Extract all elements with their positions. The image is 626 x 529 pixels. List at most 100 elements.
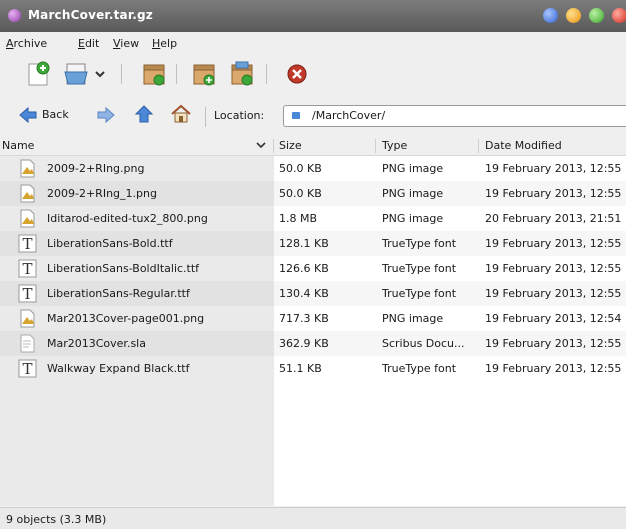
new-archive-icon[interactable] [24, 60, 52, 88]
file-modified: 19 February 2013, 12:55 [485, 287, 622, 300]
document-file-icon [18, 334, 37, 353]
file-type: TrueType font [382, 287, 457, 300]
extract-icon[interactable] [140, 60, 168, 88]
menu-archive[interactable]: Archive [6, 37, 47, 50]
table-row[interactable]: 2009-2+RIng.png 50.0 KB PNG image 19 Feb… [0, 156, 626, 181]
file-name: Walkway Expand Black.ttf [47, 362, 190, 375]
toolbar-separator [121, 64, 122, 84]
toolbar-separator [266, 64, 267, 84]
open-archive-icon[interactable] [62, 60, 90, 88]
file-modified: 19 February 2013, 12:55 [485, 262, 622, 275]
file-name: Mar2013Cover.sla [47, 337, 146, 350]
file-size: 130.4 KB [279, 287, 329, 300]
font-file-icon: T [18, 259, 37, 278]
file-modified: 19 February 2013, 12:55 [485, 237, 622, 250]
file-type: PNG image [382, 312, 444, 325]
table-row[interactable]: T LiberationSans-Regular.ttf 130.4 KB Tr… [0, 281, 626, 306]
column-divider[interactable] [375, 139, 376, 153]
toolbar [0, 54, 626, 94]
shade-window-icon[interactable] [543, 8, 558, 23]
svg-text:T: T [22, 285, 32, 303]
location-field[interactable]: /MarchCover/ [283, 105, 626, 127]
file-type: TrueType font [382, 362, 457, 375]
table-row[interactable]: Iditarod-edited-tux2_800.png 1.8 MB PNG … [0, 206, 626, 231]
file-modified: 19 February 2013, 12:54 [485, 312, 622, 325]
toolbar-separator [176, 64, 177, 84]
app-icon [8, 9, 21, 22]
dropdown-arrow-icon[interactable] [92, 60, 108, 88]
file-size: 50.0 KB [279, 162, 322, 175]
file-name: Mar2013Cover-page001.png [47, 312, 205, 325]
column-name[interactable]: Name [2, 139, 34, 152]
add-files-icon[interactable] [190, 60, 218, 88]
location-label: Location: [214, 109, 265, 122]
file-type: Scribus Docu... [382, 337, 465, 350]
font-file-icon: T [18, 359, 37, 378]
back-label: Back [42, 108, 69, 121]
file-name: 2009-2+RIng_1.png [47, 187, 157, 200]
table-row[interactable]: Mar2013Cover-page001.png 717.3 KB PNG im… [0, 306, 626, 331]
column-divider[interactable] [273, 139, 274, 153]
window-title: MarchCover.tar.gz [28, 8, 153, 22]
table-row[interactable]: T Walkway Expand Black.ttf 51.1 KB TrueT… [0, 356, 626, 381]
image-file-icon [18, 309, 37, 328]
file-modified: 19 February 2013, 12:55 [485, 162, 622, 175]
column-date-modified[interactable]: Date Modified [485, 139, 562, 152]
name-column-empty-area [0, 381, 274, 506]
menu-view[interactable]: View [113, 37, 139, 50]
file-type: PNG image [382, 212, 444, 225]
svg-text:T: T [22, 360, 32, 378]
image-file-icon [18, 184, 37, 203]
image-file-icon [18, 159, 37, 178]
menu-help[interactable]: Help [152, 37, 177, 50]
file-name: LiberationSans-BoldItalic.ttf [47, 262, 200, 275]
menu-edit[interactable]: Edit [78, 37, 99, 50]
table-row[interactable]: Mar2013Cover.sla 362.9 KB Scribus Docu..… [0, 331, 626, 356]
file-type: PNG image [382, 162, 444, 175]
forward-arrow-icon[interactable] [96, 105, 116, 125]
file-modified: 19 February 2013, 12:55 [485, 337, 622, 350]
table-row[interactable]: 2009-2+RIng_1.png 50.0 KB PNG image 19 F… [0, 181, 626, 206]
file-name: LiberationSans-Bold.ttf [47, 237, 173, 250]
font-file-icon: T [18, 234, 37, 253]
stop-icon[interactable] [283, 60, 311, 88]
location-bar: Back Location: /MarchCover/ [0, 96, 626, 136]
status-text: 9 objects (3.3 MB) [6, 513, 107, 526]
file-size: 717.3 KB [279, 312, 329, 325]
file-name: 2009-2+RIng.png [47, 162, 145, 175]
file-type: TrueType font [382, 237, 457, 250]
folder-icon [292, 112, 300, 119]
file-type: TrueType font [382, 262, 457, 275]
location-separator [205, 107, 206, 127]
svg-text:T: T [22, 260, 32, 278]
file-size: 1.8 MB [279, 212, 318, 225]
column-size[interactable]: Size [279, 139, 302, 152]
sort-chevron-icon[interactable] [256, 140, 266, 153]
table-row[interactable]: T LiberationSans-BoldItalic.ttf 126.6 KB… [0, 256, 626, 281]
column-divider[interactable] [478, 139, 479, 153]
image-file-icon [18, 209, 37, 228]
close-window-icon[interactable] [612, 8, 626, 23]
home-icon[interactable] [170, 103, 192, 125]
status-bar: 9 objects (3.3 MB) [0, 507, 626, 529]
back-arrow-icon [19, 106, 37, 124]
minimize-window-icon[interactable] [566, 8, 581, 23]
file-size: 128.1 KB [279, 237, 329, 250]
menu-bar: Archive Edit View Help [0, 32, 626, 54]
column-type[interactable]: Type [382, 139, 407, 152]
add-folder-icon[interactable] [228, 60, 256, 88]
file-modified: 20 February 2013, 21:51 [485, 212, 622, 225]
up-arrow-icon[interactable] [134, 104, 154, 124]
maximize-window-icon[interactable] [589, 8, 604, 23]
file-name: Iditarod-edited-tux2_800.png [47, 212, 208, 225]
title-bar: MarchCover.tar.gz [0, 0, 626, 32]
back-button[interactable]: Back [18, 105, 82, 125]
column-header: Name Size Type Date Modified [0, 137, 626, 156]
file-size: 50.0 KB [279, 187, 322, 200]
svg-text:T: T [22, 235, 32, 253]
location-path: /MarchCover/ [312, 109, 386, 122]
file-size: 51.1 KB [279, 362, 322, 375]
font-file-icon: T [18, 284, 37, 303]
file-modified: 19 February 2013, 12:55 [485, 187, 622, 200]
table-row[interactable]: T LiberationSans-Bold.ttf 128.1 KB TrueT… [0, 231, 626, 256]
